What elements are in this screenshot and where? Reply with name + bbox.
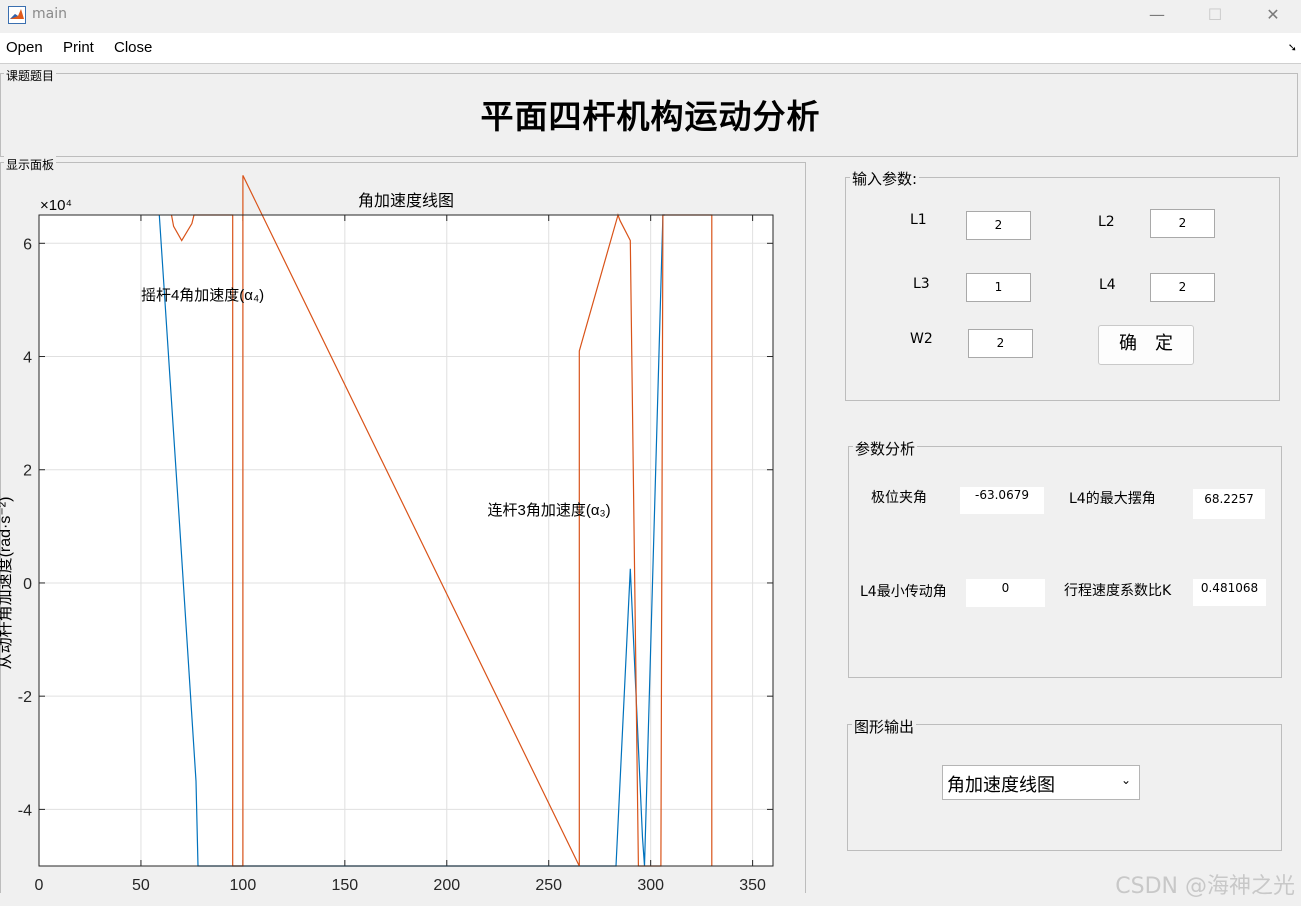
chevron-down-icon: ⌄ (1120, 773, 1131, 787)
menu-open[interactable]: Open (6, 39, 43, 56)
l2-input[interactable]: 2 (1150, 209, 1215, 238)
dock-arrow-icon[interactable]: ➘ (1288, 41, 1297, 54)
x-tick-label: 150 (331, 877, 358, 894)
l4-label: L4 (1099, 277, 1116, 293)
l4-input[interactable]: 2 (1150, 273, 1215, 302)
y-tick-label: 2 (23, 463, 32, 480)
l2-label: L2 (1098, 214, 1115, 230)
maximize-button[interactable]: ☐ (1186, 0, 1244, 32)
speed-ratio-value: 0.481068 (1193, 579, 1266, 606)
y-tick-label: 6 (23, 236, 32, 253)
confirm-button[interactable]: 确 定 (1098, 325, 1194, 365)
max-swing-value: 68.2257 (1193, 489, 1265, 519)
close-window-button[interactable]: ✕ (1244, 0, 1301, 32)
y-tick-label: -2 (18, 689, 32, 706)
l1-input[interactable]: 2 (966, 211, 1031, 240)
l1-label: L1 (910, 212, 927, 228)
y-axis-label: 从动杆角加速度(rad·s⁻²) (0, 497, 14, 670)
analysis-panel (848, 446, 1282, 678)
chart-title: 角加速度线图 (358, 192, 454, 210)
x-tick-label: 300 (637, 877, 664, 894)
minimize-button[interactable]: — (1128, 0, 1186, 32)
chart-annotation: 摇杆4角加速度(α₄) (141, 287, 264, 304)
limit-angle-label: 极位夹角 (871, 490, 927, 506)
y-tick-label: -4 (18, 802, 32, 819)
input-panel-label: 输入参数: (850, 168, 920, 189)
speed-ratio-label: 行程速度系数比K (1064, 583, 1172, 599)
watermark: CSDN @海神之光 (1115, 874, 1295, 899)
y-tick-label: 0 (23, 576, 32, 593)
angular-acceleration-chart[interactable]: 0 50 100 150 200 250 300 350 -4 -2 0 2 4 6 角加速度线图 ×10… (0, 162, 804, 906)
limit-angle-value: -63.0679 (960, 487, 1044, 514)
y-axis-exponent: ×10⁴ (40, 197, 72, 214)
x-tick-label: 100 (230, 877, 257, 894)
page-title: 平面四杆机构运动分析 (480, 97, 821, 136)
l3-label: L3 (913, 276, 930, 292)
min-transmission-label: L4最小传动角 (860, 584, 947, 600)
x-tick-label: 0 (35, 877, 44, 894)
menu-bar: Open Print Close ➘ (0, 33, 1301, 64)
menu-close[interactable]: Close (114, 39, 152, 56)
min-transmission-value: 0 (966, 579, 1045, 607)
y-tick-label: 4 (23, 350, 32, 367)
matlab-icon (8, 6, 26, 24)
window-titlebar: main — ☐ ✕ (0, 0, 1301, 33)
w2-label: W2 (910, 331, 933, 347)
output-panel-label: 图形输出 (852, 716, 917, 737)
max-swing-label: L4的最大摆角 (1069, 491, 1156, 507)
graph-select-dropdown[interactable]: 角加速度线图 ⌄ (942, 765, 1140, 800)
x-tick-label: 350 (739, 877, 766, 894)
window-title: main (32, 6, 67, 22)
x-tick-label: 200 (433, 877, 460, 894)
l3-input[interactable]: 1 (966, 273, 1031, 302)
x-tick-label: 50 (132, 877, 150, 894)
x-tick-label: 250 (535, 877, 562, 894)
topic-panel-label: 课题题目 (4, 67, 57, 84)
graph-select-value: 角加速度线图 (947, 775, 1055, 796)
chart-annotation: 连杆3角加速度(α₃) (488, 502, 611, 519)
analysis-panel-label: 参数分析 (853, 438, 918, 459)
menu-print[interactable]: Print (63, 39, 94, 56)
w2-input[interactable]: 2 (968, 329, 1033, 358)
